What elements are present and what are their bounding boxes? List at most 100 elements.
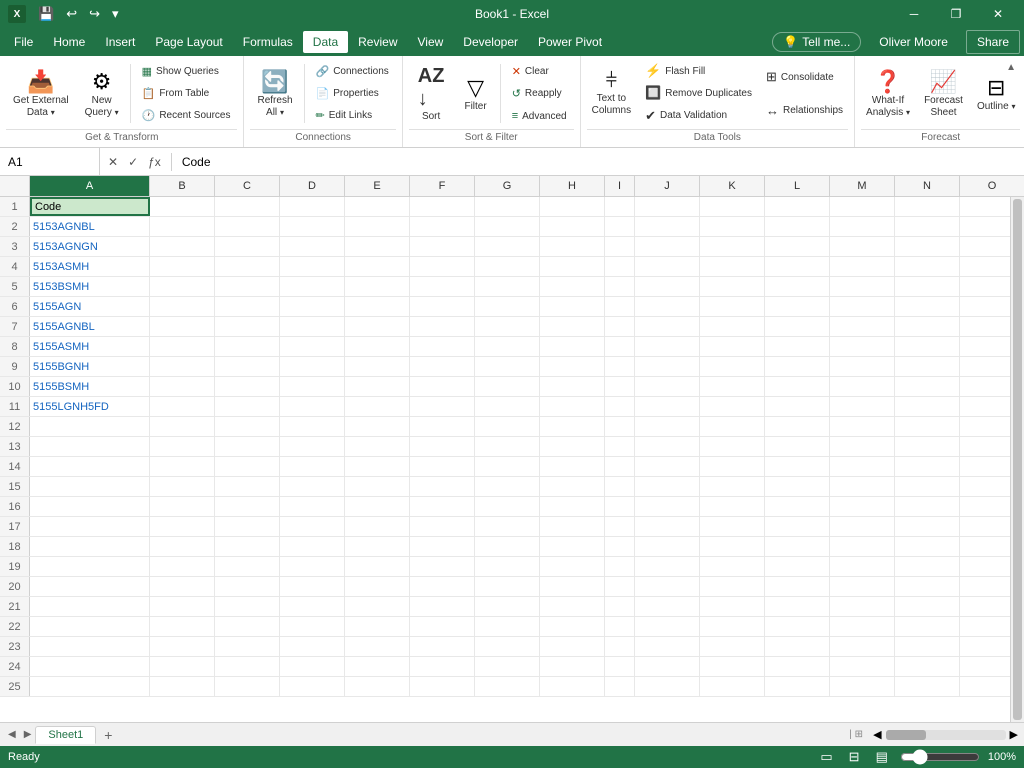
cell-empty[interactable] <box>700 597 765 616</box>
cell-empty[interactable] <box>960 617 1010 636</box>
cell-empty[interactable] <box>830 277 895 296</box>
cell-empty[interactable] <box>280 537 345 556</box>
menu-formulas[interactable]: Formulas <box>233 31 303 53</box>
cell-empty[interactable] <box>150 277 215 296</box>
cell-empty[interactable] <box>345 237 410 256</box>
cell-a13[interactable] <box>30 437 150 456</box>
cell-empty[interactable] <box>280 257 345 276</box>
col-header-k[interactable]: K <box>700 176 765 196</box>
menu-power-pivot[interactable]: Power Pivot <box>528 31 612 53</box>
name-box-input[interactable] <box>8 155 88 169</box>
cell-empty[interactable] <box>345 397 410 416</box>
cell-empty[interactable] <box>280 677 345 696</box>
cell-empty[interactable] <box>960 237 1010 256</box>
cell-a4[interactable]: 5153ASMH <box>30 257 150 276</box>
cell-empty[interactable] <box>960 257 1010 276</box>
cell-empty[interactable] <box>540 317 605 336</box>
cell-empty[interactable] <box>475 317 540 336</box>
cell-empty[interactable] <box>960 597 1010 616</box>
cell-empty[interactable] <box>700 497 765 516</box>
cell-empty[interactable] <box>345 277 410 296</box>
cell-empty[interactable] <box>960 497 1010 516</box>
cell-empty[interactable] <box>765 257 830 276</box>
cell-empty[interactable] <box>605 537 635 556</box>
col-header-i[interactable]: I <box>605 176 635 196</box>
cell-empty[interactable] <box>605 297 635 316</box>
cell-empty[interactable] <box>895 537 960 556</box>
col-header-n[interactable]: N <box>895 176 960 196</box>
menu-view[interactable]: View <box>408 31 454 53</box>
cell-empty[interactable] <box>410 537 475 556</box>
cell-empty[interactable] <box>895 437 960 456</box>
cell-empty[interactable] <box>605 357 635 376</box>
menu-home[interactable]: Home <box>43 31 95 53</box>
cell-empty[interactable] <box>700 517 765 536</box>
new-query-button[interactable]: ⚙ NewQuery ▾ <box>78 60 126 127</box>
cell-empty[interactable] <box>540 617 605 636</box>
cell-empty[interactable] <box>280 577 345 596</box>
cell-a8[interactable]: 5155ASMH <box>30 337 150 356</box>
col-header-f[interactable]: F <box>410 176 475 196</box>
cell-empty[interactable] <box>895 317 960 336</box>
cell-empty[interactable] <box>765 497 830 516</box>
cell-empty[interactable] <box>895 397 960 416</box>
cell-empty[interactable] <box>765 677 830 696</box>
cell-empty[interactable] <box>280 497 345 516</box>
cell-empty[interactable] <box>215 557 280 576</box>
connections-button[interactable]: 🔗 Connections <box>311 62 394 81</box>
cell-empty[interactable] <box>150 197 215 216</box>
cell-empty[interactable] <box>540 197 605 216</box>
cell-empty[interactable] <box>635 597 700 616</box>
cell-empty[interactable] <box>475 217 540 236</box>
cell-empty[interactable] <box>475 577 540 596</box>
cell-empty[interactable] <box>410 597 475 616</box>
cell-empty[interactable] <box>150 497 215 516</box>
cell-empty[interactable] <box>150 517 215 536</box>
cell-empty[interactable] <box>960 317 1010 336</box>
cell-empty[interactable] <box>605 657 635 676</box>
col-header-e[interactable]: E <box>345 176 410 196</box>
cell-empty[interactable] <box>410 297 475 316</box>
share-button[interactable]: Share <box>966 30 1020 54</box>
cell-empty[interactable] <box>540 677 605 696</box>
cell-empty[interactable] <box>280 477 345 496</box>
cell-empty[interactable] <box>700 437 765 456</box>
cell-a25[interactable] <box>30 677 150 696</box>
cell-empty[interactable] <box>540 217 605 236</box>
cell-empty[interactable] <box>765 397 830 416</box>
cell-empty[interactable] <box>700 237 765 256</box>
cell-empty[interactable] <box>765 597 830 616</box>
cell-empty[interactable] <box>150 417 215 436</box>
cell-empty[interactable] <box>475 357 540 376</box>
cell-empty[interactable] <box>215 317 280 336</box>
col-header-g[interactable]: G <box>475 176 540 196</box>
cell-empty[interactable] <box>605 517 635 536</box>
cell-empty[interactable] <box>700 477 765 496</box>
h-scroll-thumb[interactable] <box>886 730 926 740</box>
cell-empty[interactable] <box>475 617 540 636</box>
minimize-button[interactable]: ─ <box>896 0 932 28</box>
col-header-j[interactable]: J <box>635 176 700 196</box>
properties-button[interactable]: 📄 Properties <box>311 84 394 103</box>
cell-empty[interactable] <box>540 357 605 376</box>
cell-empty[interactable] <box>410 337 475 356</box>
cell-empty[interactable] <box>635 237 700 256</box>
cell-empty[interactable] <box>410 517 475 536</box>
cell-empty[interactable] <box>960 337 1010 356</box>
cell-empty[interactable] <box>830 337 895 356</box>
cell-empty[interactable] <box>410 677 475 696</box>
cell-empty[interactable] <box>345 417 410 436</box>
close-button[interactable]: ✕ <box>980 0 1016 28</box>
cell-empty[interactable] <box>540 297 605 316</box>
cell-empty[interactable] <box>635 477 700 496</box>
cell-empty[interactable] <box>700 337 765 356</box>
cell-empty[interactable] <box>540 457 605 476</box>
cell-empty[interactable] <box>895 477 960 496</box>
cell-empty[interactable] <box>150 677 215 696</box>
cell-empty[interactable] <box>475 397 540 416</box>
cell-a1[interactable]: Code <box>30 197 150 216</box>
cell-empty[interactable] <box>830 377 895 396</box>
cell-empty[interactable] <box>700 217 765 236</box>
cell-empty[interactable] <box>410 257 475 276</box>
col-header-d[interactable]: D <box>280 176 345 196</box>
